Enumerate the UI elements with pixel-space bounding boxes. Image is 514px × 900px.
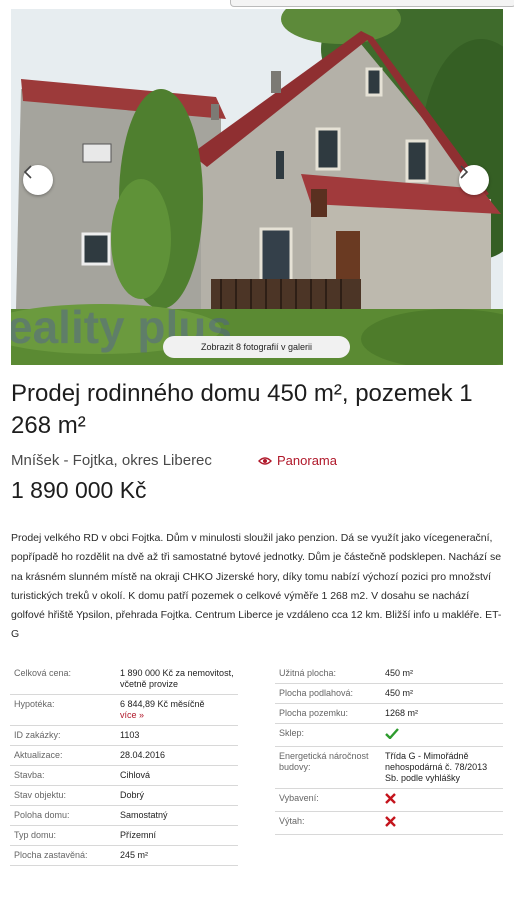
param-row-usable-area: Užitná plocha: 450 m² [275,664,503,684]
param-row-energy-rating: Energetická náročnost budovy: Třída G - … [275,747,503,789]
param-value: 6 844,89 Kč měsíčně více » [120,699,238,721]
horizontal-scrollbar[interactable] [230,0,514,7]
param-label: ID zakázky: [14,730,61,740]
mortgage-more-link[interactable]: více » [120,710,144,720]
param-label: Energetická náročnost budovy: [279,751,369,772]
param-label: Vybavení: [279,793,319,803]
param-value: 28.04.2016 [120,750,166,760]
listing-title: Prodej rodinného domu 450 m², pozemek 1 … [11,380,473,439]
param-label: Stavba: [14,770,45,780]
param-value: 1103 [120,730,140,740]
panorama-link[interactable]: Panorama [258,453,337,468]
param-value [385,728,503,742]
param-value: 1 890 000 Kč za nemovitost, včetně provi… [120,668,234,689]
param-value: Přízemní [120,830,157,840]
cross-icon [385,816,396,827]
param-label: Aktualizace: [14,750,63,760]
param-value [385,793,503,807]
show-all-photos-button[interactable]: Zobrazit 8 fotografií v galerii [163,336,350,358]
house-photo: eality plus [11,9,503,365]
param-label: Výtah: [279,816,305,826]
param-label: Sklep: [279,728,305,738]
params-table-left: Celková cena: 1 890 000 Kč za nemovitost… [10,664,238,866]
eye-icon [258,456,272,465]
param-row-house-type: Typ domu: Přízemní [10,826,238,846]
check-icon [385,728,399,740]
param-row-floor-area: Plocha podlahová: 450 m² [275,684,503,704]
param-row-id: ID zakázky: 1103 [10,726,238,746]
param-label: Plocha podlahová: [279,688,354,698]
param-row-cellar: Sklep: [275,724,503,747]
param-row-mortgage: Hypotéka: 6 844,89 Kč měsíčně více » [10,695,238,726]
listing-price: 1 890 000 Kč [11,477,147,503]
param-label: Stav objektu: [14,790,67,800]
param-label: Hypotéka: [14,699,55,709]
param-row-total-price: Celková cena: 1 890 000 Kč za nemovitost… [10,664,238,695]
chevron-left-icon [23,165,32,179]
param-value: 1268 m² [385,708,419,718]
param-value: Třída G - Mimořádně nehospodárná č. 78/2… [385,751,488,783]
param-value: 245 m² [120,850,149,860]
photo-gallery[interactable]: eality plus Zobrazit 8 fotografií v gale… [11,9,503,365]
param-value [385,816,503,830]
param-value: 450 m² [385,688,414,698]
param-value: Cihlová [120,770,151,780]
param-label: Užitná plocha: [279,668,337,678]
param-row-land-area: Plocha pozemku: 1268 m² [275,704,503,724]
param-row-house-position: Poloha domu: Samostatný [10,806,238,826]
param-label: Plocha pozemku: [279,708,349,718]
panorama-label: Panorama [277,453,337,468]
param-label: Typ domu: [14,830,57,840]
param-value: Dobrý [120,790,145,800]
listing-description: Prodej velkého RD v obci Fojtka. Dům v m… [11,532,502,641]
listing-location: Mníšek - Fojtka, okres Liberec [11,452,212,469]
param-value: 450 m² [385,668,414,678]
cross-icon [385,793,396,804]
params-table-right: Užitná plocha: 450 m² Plocha podlahová: … [275,664,503,835]
param-value: Samostatný [120,810,168,820]
param-label: Celková cena: [14,668,72,678]
chevron-right-icon [460,165,469,179]
param-row-construction: Stavba: Cihlová [10,766,238,786]
param-label: Poloha domu: [14,810,70,820]
param-row-equipment: Vybavení: [275,789,503,812]
param-label: Plocha zastavěná: [14,850,88,860]
param-row-updated: Aktualizace: 28.04.2016 [10,746,238,766]
param-row-built-area: Plocha zastavěná: 245 m² [10,846,238,866]
mortgage-value: 6 844,89 Kč měsíčně [120,699,205,709]
param-row-elevator: Výtah: [275,812,503,835]
param-row-condition: Stav objektu: Dobrý [10,786,238,806]
gallery-next-button[interactable] [459,165,489,195]
browser-top-strip [0,0,514,9]
gallery-prev-button[interactable] [23,165,53,195]
